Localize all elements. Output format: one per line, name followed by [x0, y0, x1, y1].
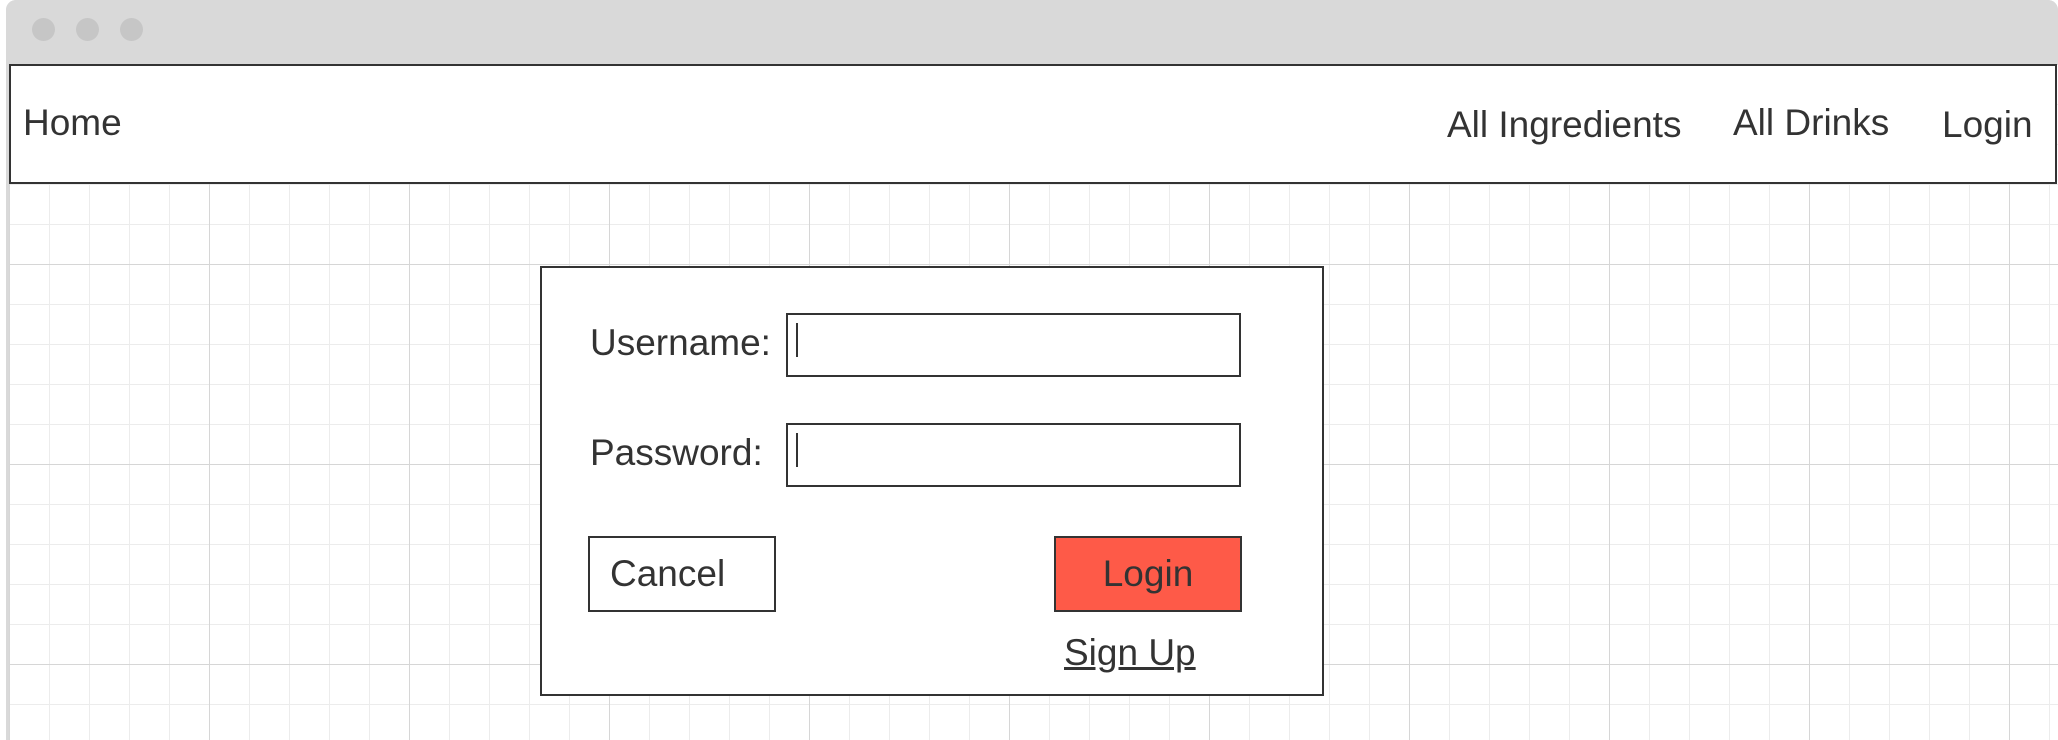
- username-input[interactable]: [786, 313, 1241, 377]
- username-field-wrapper: [786, 313, 1241, 377]
- browser-window: Home All Ingredients All Drinks Login Us…: [6, 0, 2058, 740]
- login-dialog: Username: Password: Cancel Login Sign Up: [540, 266, 1324, 696]
- window-titlebar: [6, 0, 2058, 64]
- nav-all-drinks-link[interactable]: All Drinks: [1733, 102, 1889, 144]
- nav-login-link[interactable]: Login: [1942, 104, 2033, 146]
- nav-home-link[interactable]: Home: [23, 102, 122, 144]
- sign-up-link[interactable]: Sign Up: [1064, 632, 1196, 674]
- window-minimize-dot[interactable]: [76, 18, 99, 41]
- password-label: Password:: [590, 432, 763, 473]
- window-maximize-dot[interactable]: [120, 18, 143, 41]
- password-field-wrapper: [786, 423, 1241, 487]
- cancel-button[interactable]: Cancel: [588, 536, 776, 612]
- password-text-caret: [796, 433, 798, 467]
- username-text-caret: [796, 323, 798, 357]
- window-close-dot[interactable]: [32, 18, 55, 41]
- nav-all-ingredients-link[interactable]: All Ingredients: [1447, 104, 1681, 146]
- username-label: Username:: [590, 322, 771, 363]
- top-navbar: Home All Ingredients All Drinks Login: [9, 64, 2057, 184]
- password-input[interactable]: [786, 423, 1241, 487]
- login-button[interactable]: Login: [1054, 536, 1242, 612]
